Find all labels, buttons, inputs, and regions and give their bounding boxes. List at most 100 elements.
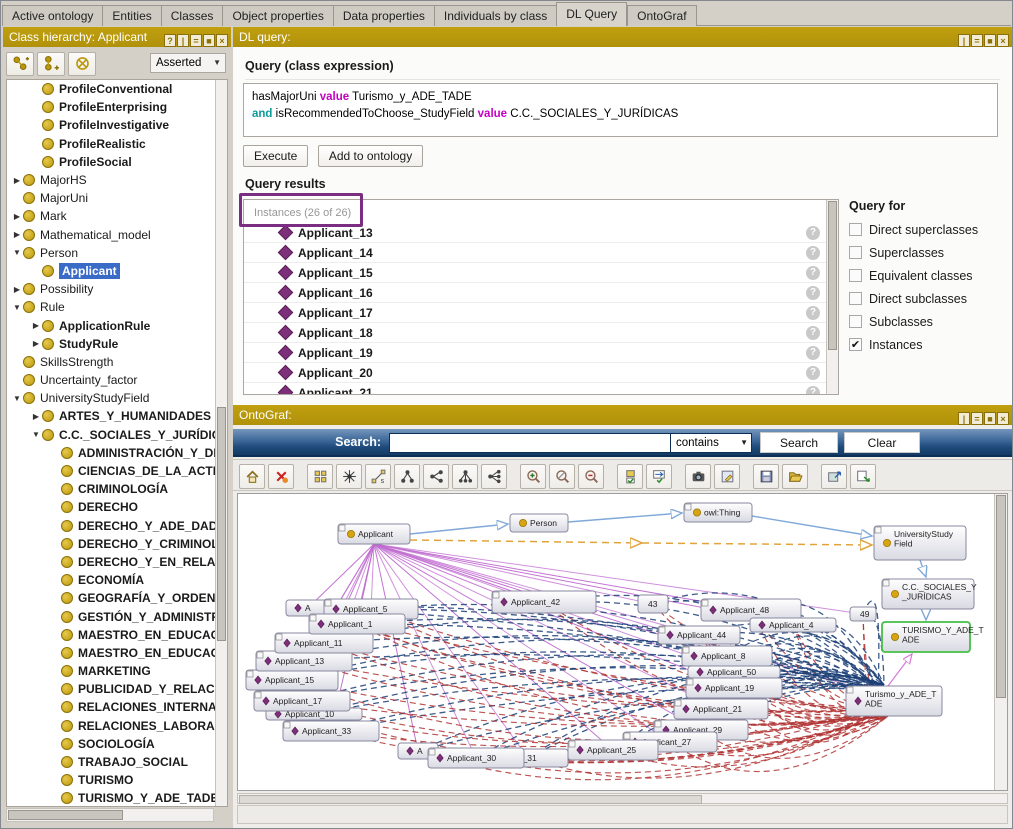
add-sibling-class-icon[interactable] [37, 52, 65, 76]
screenshot-icon[interactable] [685, 464, 711, 489]
add-subclass-icon[interactable] [6, 52, 34, 76]
graph-node-applicant_25[interactable]: Applicant_25 [568, 740, 658, 760]
tab-entities[interactable]: Entities [102, 5, 160, 26]
result-row-applicant_19[interactable]: Applicant_19? [244, 343, 838, 363]
graph-node-turismo_y_ade_tade[interactable]: Turismo_y_ADE_TADE [846, 686, 942, 716]
tree-item-trabajo_social[interactable]: TRABAJO_SOCIAL [7, 753, 227, 771]
result-row-applicant_16[interactable]: Applicant_16? [244, 283, 838, 303]
tree-expand-down-icon[interactable]: ▼ [11, 394, 23, 403]
tree-item-profileinvestigative[interactable]: ProfileInvestigative [7, 116, 227, 134]
tree-expand-down-icon[interactable]: ▼ [11, 303, 23, 312]
tree-item-ciencias_de_la_acti[interactable]: CIENCIAS_DE_LA_ACTI [7, 462, 227, 480]
checkbox-checked-icon[interactable]: ✔ [849, 338, 862, 351]
match-mode-dropdown[interactable]: contains ▼ [670, 433, 752, 453]
explain-button[interactable]: ? [806, 386, 820, 396]
result-row-applicant_20[interactable]: Applicant_20? [244, 363, 838, 383]
query-for-option-direct-subclasses[interactable]: Direct subclasses [849, 292, 1009, 305]
graph-node-applicant_19[interactable]: Applicant_19 [686, 678, 782, 698]
graph-node-applicant_33[interactable]: Applicant_33 [283, 721, 379, 741]
query-for-option-instances[interactable]: ✔Instances [849, 338, 1009, 351]
open-icon[interactable] [782, 464, 808, 489]
checkbox-icon[interactable] [849, 269, 862, 282]
tree-item-derecho[interactable]: DERECHO [7, 498, 227, 516]
tree-vertical-icon[interactable] [394, 464, 420, 489]
graph-node-49[interactable]: 49 [850, 607, 876, 621]
checkbox-icon[interactable] [849, 246, 862, 259]
tree-vertical-directed-icon[interactable] [452, 464, 478, 489]
window-control-icon[interactable]: × [216, 34, 228, 47]
window-control-icon[interactable]: = [190, 34, 202, 47]
result-row-applicant_21[interactable]: Applicant_21? [244, 383, 838, 395]
tree-item-rule[interactable]: ▼Rule [7, 298, 227, 316]
tree-expand-right-icon[interactable]: ▶ [11, 176, 23, 185]
tree-item-skillsstrength[interactable]: SkillsStrength [7, 353, 227, 371]
result-row-applicant_13[interactable]: Applicant_13? [244, 223, 838, 243]
tree-item-relaciones_labora[interactable]: RELACIONES_LABORA [7, 717, 227, 735]
graph-node-owl:thing[interactable]: owl:Thing [684, 503, 752, 522]
window-control-icon[interactable]: | [958, 34, 970, 47]
graph-node-applicant_30[interactable]: Applicant_30 [428, 748, 524, 768]
graph-node-turismo_y_ade_tade[interactable]: TURISMO_Y_ADE_TADE [882, 622, 984, 652]
tree-item-majorhs[interactable]: ▶MajorHS [7, 171, 227, 189]
explain-button[interactable]: ? [806, 266, 820, 280]
tree-expand-down-icon[interactable]: ▼ [11, 248, 23, 257]
prune-icon[interactable] [268, 464, 294, 489]
graph-node-applicant_11[interactable]: Applicant_11 [275, 633, 373, 653]
graph-node-c.c._sociales_y_jurídicas[interactable]: C.C._SOCIALES_Y_JURÍDICAS [882, 579, 977, 609]
zoom-out-icon[interactable] [578, 464, 604, 489]
tree-item-artes_y_humanidades[interactable]: ▶ARTES_Y_HUMANIDADES [7, 407, 227, 425]
query-for-option-superclasses[interactable]: Superclasses [849, 246, 1009, 259]
tree-item-derecho_y_criminol[interactable]: DERECHO_Y_CRIMINOL [7, 535, 227, 553]
checkbox-icon[interactable] [849, 223, 862, 236]
query-for-option-subclasses[interactable]: Subclasses [849, 315, 1009, 328]
window-control-icon[interactable]: = [971, 34, 983, 47]
checkbox-icon[interactable] [849, 315, 862, 328]
tree-item-economía[interactable]: ECONOMÍA [7, 571, 227, 589]
tab-data-properties[interactable]: Data properties [333, 5, 434, 26]
tree-item-c.c._sociales_y_jurídicas[interactable]: ▼C.C._SOCIALES_Y_JURÍDICAS [7, 426, 227, 444]
graph-horizontal-scrollbar[interactable] [237, 793, 1008, 804]
window-control-icon[interactable]: × [997, 412, 1009, 425]
tab-individuals-by-class[interactable]: Individuals by class [434, 5, 556, 26]
tree-item-applicationrule[interactable]: ▶ApplicationRule [7, 316, 227, 334]
tab-dl-query[interactable]: DL Query [556, 2, 627, 26]
explain-button[interactable]: ? [806, 306, 820, 320]
graph-node-applicant_4[interactable]: Applicant_4 [750, 618, 836, 632]
window-control-icon[interactable]: | [958, 412, 970, 425]
tree-item-mathematical_model[interactable]: ▶Mathematical_model [7, 226, 227, 244]
graph-node-universitystudyfield[interactable]: UniversityStudyField [874, 526, 966, 560]
graph-canvas[interactable]: Applicant Person owl:Thing UniversityStudyF… [237, 493, 1008, 791]
tree-item-profileconventional[interactable]: ProfileConventional [7, 80, 227, 98]
tree-item-studyrule[interactable]: ▶StudyRule [7, 335, 227, 353]
tree-item-uncertainty_factor[interactable]: Uncertainty_factor [7, 371, 227, 389]
spring-layout-icon[interactable]: s [365, 464, 391, 489]
search-input[interactable] [389, 433, 671, 453]
tree-expand-right-icon[interactable]: ▶ [30, 321, 42, 330]
window-control-icon[interactable]: ■ [984, 34, 996, 47]
tree-item-profilesocial[interactable]: ProfileSocial [7, 153, 227, 171]
tab-object-properties[interactable]: Object properties [222, 5, 332, 26]
zoom-reset-icon[interactable] [549, 464, 575, 489]
tree-item-derecho_y_ade_dad[interactable]: DERECHO_Y_ADE_DAD [7, 517, 227, 535]
tree-item-publicidad_y_relac[interactable]: PUBLICIDAD_Y_RELAC [7, 680, 227, 698]
class-tree-horizontal-scrollbar[interactable] [6, 808, 214, 822]
graph-node-applicant_44[interactable]: Applicant_44 [658, 626, 740, 644]
graph-node-applicant[interactable]: Applicant [338, 524, 410, 544]
tree-expand-right-icon[interactable]: ▶ [30, 339, 42, 348]
save-icon[interactable] [753, 464, 779, 489]
graph-node-person[interactable]: Person [510, 514, 568, 532]
tree-item-maestro_en_educac[interactable]: MAESTRO_EN_EDUCAC [7, 626, 227, 644]
result-row-applicant_15[interactable]: Applicant_15? [244, 263, 838, 283]
delete-class-icon[interactable] [68, 52, 96, 76]
explain-button[interactable]: ? [806, 246, 820, 260]
window-control-icon[interactable]: ? [164, 34, 176, 47]
graph-node-applicant_15[interactable]: Applicant_15 [246, 670, 338, 690]
results-vertical-scrollbar[interactable] [826, 200, 838, 394]
search-button[interactable]: Search [760, 432, 838, 453]
checkbox-icon[interactable] [849, 292, 862, 305]
execute-button[interactable]: Execute [243, 145, 308, 167]
radial-layout-icon[interactable] [336, 464, 362, 489]
add-to-ontology-button[interactable]: Add to ontology [318, 145, 423, 167]
result-row-applicant_14[interactable]: Applicant_14? [244, 243, 838, 263]
tree-item-derecho_y_en_rela[interactable]: DERECHO_Y_EN_RELA [7, 553, 227, 571]
